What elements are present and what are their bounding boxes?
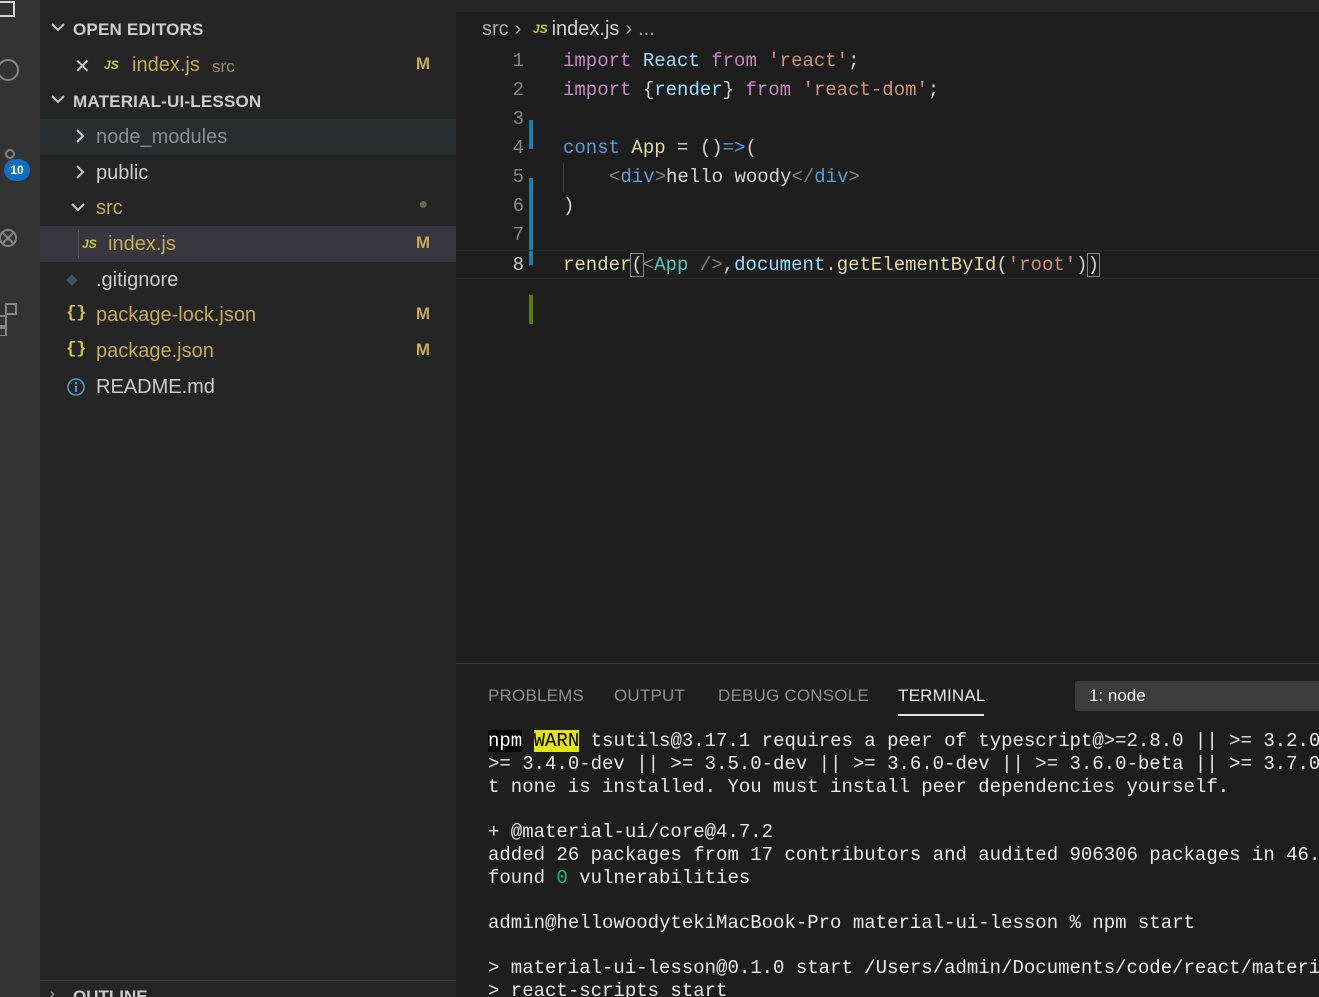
line-number: 7 — [512, 224, 524, 246]
terminal-line: + @material-ui/core@4.7.2 — [488, 821, 774, 843]
open-editors-header[interactable]: OPEN EDITORS — [40, 12, 456, 46]
editor-tab-strip — [456, 0, 1319, 12]
line-number: 8 — [512, 254, 524, 276]
tab-terminal[interactable]: TERMINAL — [898, 686, 986, 706]
chevron-down-icon — [70, 197, 86, 224]
line-number: 2 — [512, 79, 524, 101]
tree-item-index-js[interactable]: JS index.js M — [40, 226, 456, 262]
tree-indent-guide — [78, 230, 79, 258]
git-status-badge: M — [415, 54, 430, 73]
terminal-line: admin@hellowoodytekiMacBook-Pro material… — [488, 912, 1195, 934]
chevron-right-icon: › — [625, 18, 633, 40]
code-line: 6 ) — [456, 192, 1319, 265]
terminal-line: > material-ui-lesson@0.1.0 start /Users/… — [488, 957, 1319, 979]
code-line: 7 — [456, 221, 1319, 250]
git-status-badge: M — [415, 340, 430, 359]
indent-guide — [563, 163, 564, 192]
json-file-icon: {} — [66, 340, 87, 359]
tree-item-package-lock[interactable]: {} package-lock.json M — [40, 297, 456, 333]
terminal-select[interactable]: 1: node — [1075, 681, 1319, 711]
terminal-line: found 0 vulnerabilities — [488, 867, 751, 889]
code-line: 5 <div>hello woody</div> — [456, 163, 1319, 236]
line-number: 5 — [512, 166, 524, 188]
tree-item-src[interactable]: src ● — [40, 190, 456, 226]
close-icon[interactable]: ✕ — [74, 54, 91, 79]
terminal-line: t none is installed. You must install pe… — [488, 776, 1230, 798]
search-icon[interactable] — [0, 50, 40, 90]
line-number: 3 — [512, 108, 524, 130]
terminal-line: npm WARN tsutils@3.17.1 requires a peer … — [488, 730, 1319, 752]
breadcrumb: src › JS index.js ›... — [482, 18, 661, 41]
line-number: 6 — [512, 195, 524, 217]
tree-item-gitignore[interactable]: ◆ .gitignore — [40, 262, 456, 298]
tab-debug-console[interactable]: DEBUG CONSOLE — [718, 686, 869, 706]
chevron-right-icon — [74, 162, 86, 189]
outline-header[interactable]: › OUTLINE — [40, 980, 456, 997]
bottom-panel: PROBLEMS OUTPUT DEBUG CONSOLE TERMINAL 1… — [456, 663, 1319, 997]
code-line: 1 import React from 'react'; — [456, 47, 1319, 76]
tab-output[interactable]: OUTPUT — [614, 686, 685, 706]
tree-item-readme[interactable]: README.md — [40, 369, 456, 405]
tree-item-label: package.json — [96, 340, 214, 362]
line-number: 4 — [512, 137, 524, 159]
code-line: 4 const App = ()=>( — [456, 134, 1319, 207]
scm-count-badge: 10 — [4, 159, 30, 181]
tree-item-label: .gitignore — [96, 269, 179, 291]
chevron-right-icon: › — [514, 18, 522, 40]
explorer-sidebar: OPEN EDITORS ✕ JS index.js src M MATERIA… — [40, 0, 456, 997]
chevron-right-icon — [74, 126, 86, 153]
open-editor-item[interactable]: ✕ JS index.js src M — [40, 47, 456, 83]
open-editors-label: OPEN EDITORS — [73, 20, 204, 39]
tree-item-label: node_modules — [96, 126, 228, 148]
tree-item-label: README.md — [96, 376, 215, 398]
modified-dot-icon: ● — [418, 196, 428, 213]
tab-problems[interactable]: PROBLEMS — [488, 686, 584, 706]
info-icon — [66, 377, 86, 403]
activity-bar: 10 — [0, 0, 40, 997]
terminal-line: >= 3.4.0-dev || >= 3.5.0-dev || >= 3.6.0… — [488, 753, 1319, 775]
json-file-icon: {} — [66, 304, 87, 323]
javascript-file-icon: JS — [82, 237, 97, 251]
tree-item-label: index.js — [108, 233, 176, 255]
chevron-down-icon — [50, 12, 66, 51]
terminal-select-value: 1: node — [1089, 686, 1146, 705]
explorer-icon[interactable] — [0, 0, 40, 34]
breadcrumb-folder[interactable]: src — [482, 18, 509, 40]
git-status-badge: M — [415, 233, 430, 252]
tree-item-public[interactable]: public — [40, 155, 456, 191]
tree-item-label: public — [96, 162, 149, 184]
code-line: 3 — [456, 105, 1319, 134]
open-editor-filename: index.js — [132, 54, 200, 76]
extensions-icon[interactable] — [0, 296, 40, 336]
tree-item-node-modules[interactable]: node_modules — [40, 119, 456, 155]
tree-item-package-json[interactable]: {} package.json M — [40, 333, 456, 369]
tree-item-label: package-lock.json — [96, 304, 257, 326]
open-editor-dir: src — [212, 57, 235, 76]
breadcrumb-more[interactable]: ... — [638, 18, 655, 40]
outline-label: OUTLINE — [73, 987, 148, 997]
code-line-current: 8 render(<App />,document.getElementById… — [456, 250, 1319, 324]
project-label: MATERIAL-UI-LESSON — [73, 92, 262, 111]
git-file-icon: ◆ — [66, 271, 78, 288]
code-line: 2 import {render} from 'react-dom'; — [456, 76, 1319, 149]
git-added-gutter — [529, 295, 533, 324]
git-status-badge: M — [415, 304, 430, 323]
terminal-line: added 26 packages from 17 contributors a… — [488, 844, 1319, 866]
breadcrumb-file[interactable]: index.js — [552, 18, 620, 40]
chevron-right-icon: › — [50, 985, 55, 997]
javascript-file-icon: JS — [532, 22, 548, 36]
javascript-file-icon: JS — [104, 58, 119, 72]
active-tab-indicator — [898, 714, 984, 716]
tree-item-label: src — [96, 197, 123, 219]
code-editor[interactable]: src › JS index.js ›... 1 import React from … — [456, 0, 1319, 663]
debug-icon[interactable] — [0, 216, 40, 256]
project-header[interactable]: MATERIAL-UI-LESSON — [40, 84, 456, 118]
chevron-down-icon — [50, 84, 66, 123]
terminal-line: > react-scripts start — [488, 980, 728, 997]
line-number: 1 — [512, 50, 524, 72]
